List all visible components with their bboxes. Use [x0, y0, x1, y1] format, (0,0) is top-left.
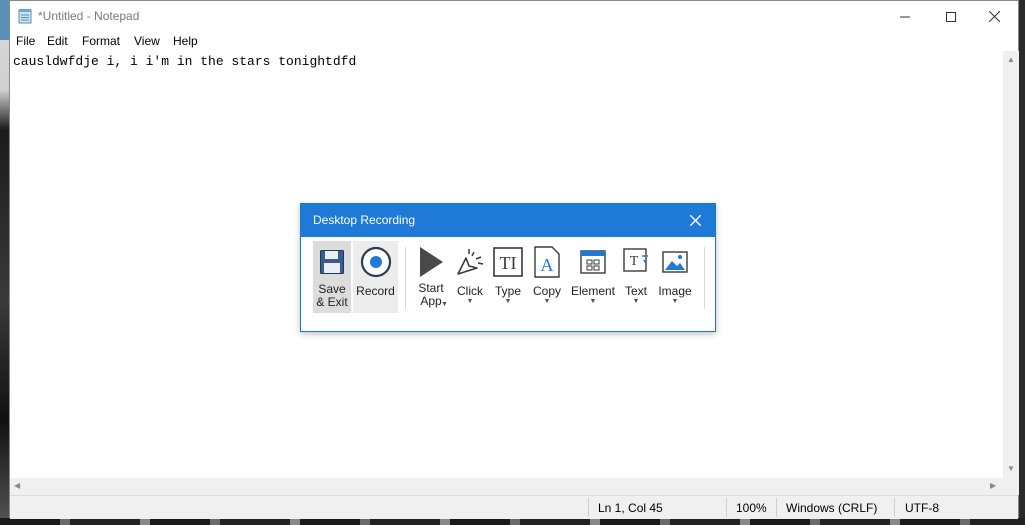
scroll-down-icon[interactable]: ▼ — [1007, 464, 1015, 473]
record-label: Record — [356, 284, 395, 298]
save-exit-button[interactable]: Save & Exit — [313, 241, 351, 313]
image-button[interactable]: Image ▼ — [656, 241, 694, 313]
close-icon — [689, 214, 701, 226]
chevron-down-icon[interactable]: ▼ — [467, 298, 474, 305]
menu-format[interactable]: Format — [82, 34, 120, 48]
toolbar-separator — [405, 247, 406, 309]
status-separator — [776, 498, 777, 517]
click-button[interactable]: Click ▼ — [453, 241, 487, 313]
vertical-scrollbar[interactable]: ▲ ▼ — [1003, 51, 1019, 478]
element-button[interactable]: Element ▼ — [571, 241, 615, 313]
record-button[interactable]: Record — [353, 241, 398, 313]
dialog-title-bar[interactable]: Desktop Recording — [301, 204, 715, 237]
save-exit-label: Save & Exit — [316, 282, 348, 309]
status-separator — [894, 498, 895, 517]
scrollbar-corner — [1003, 478, 1019, 495]
record-icon — [360, 246, 391, 278]
menu-file[interactable]: File — [16, 34, 35, 48]
encoding: UTF-8 — [905, 501, 939, 515]
chevron-down-icon[interactable]: ▼ — [590, 298, 597, 305]
scroll-left-icon[interactable]: ◀ — [14, 481, 20, 490]
dialog-close-button[interactable] — [685, 210, 705, 230]
chevron-down-icon[interactable]: ▼ — [672, 298, 679, 305]
desktop-background-left — [0, 0, 9, 525]
recording-toolbar: Save & Exit Record Start App ▼ Click ▼ T… — [306, 241, 710, 325]
copy-label: Copy — [532, 284, 561, 298]
menu-bar: File Edit Format View Help — [10, 32, 1018, 51]
minimize-icon — [900, 16, 910, 17]
minimize-button[interactable] — [882, 1, 928, 32]
start-app-button[interactable]: Start App ▼ — [413, 241, 449, 313]
element-label: Element — [570, 284, 616, 298]
image-label: Image — [658, 284, 692, 298]
status-separator — [726, 498, 727, 517]
close-icon — [988, 11, 1000, 22]
copy-text-icon: A — [534, 246, 560, 278]
text-button[interactable]: T Text ▼ — [621, 241, 651, 313]
cursor-click-icon — [457, 249, 484, 275]
status-bar: Ln 1, Col 45 100% Windows (CRLF) UTF-8 — [10, 495, 1018, 519]
svg-text:T: T — [630, 254, 639, 269]
window-title: *Untitled - Notepad — [38, 9, 140, 23]
notepad-icon — [18, 9, 32, 24]
menu-view[interactable]: View — [134, 34, 160, 48]
menu-edit[interactable]: Edit — [47, 34, 68, 48]
chevron-down-icon[interactable]: ▼ — [505, 298, 512, 305]
scroll-right-icon[interactable]: ▶ — [990, 481, 996, 490]
editor-content[interactable]: causldwfdje i, i i'm in the stars tonigh… — [13, 54, 356, 69]
close-button[interactable] — [971, 1, 1017, 32]
cursor-position: Ln 1, Col 45 — [598, 501, 663, 515]
element-window-icon — [580, 250, 606, 274]
status-separator — [588, 498, 589, 517]
toolbar-separator — [704, 247, 705, 309]
maximize-button[interactable] — [928, 1, 974, 32]
copy-button[interactable]: A Copy ▼ — [529, 241, 565, 313]
type-label: Type — [494, 284, 521, 298]
image-icon — [662, 251, 688, 273]
type-button[interactable]: TI Type ▼ — [491, 241, 525, 313]
play-icon — [420, 247, 443, 277]
click-label: Click — [457, 284, 483, 298]
dialog-title: Desktop Recording — [313, 213, 416, 227]
svg-text:A: A — [541, 255, 554, 275]
start-app-label: Start App — [418, 281, 444, 308]
desktop-recording-dialog: Desktop Recording Save & Exit Record Sta… — [300, 203, 716, 332]
maximize-icon — [946, 11, 956, 22]
svg-text:TI: TI — [500, 253, 517, 273]
title-bar[interactable]: *Untitled - Notepad — [10, 1, 1018, 32]
chevron-down-icon[interactable]: ▼ — [633, 298, 640, 305]
horizontal-scrollbar[interactable]: ◀ ▶ — [10, 478, 1003, 495]
text-label: Text — [624, 284, 647, 298]
line-ending: Windows (CRLF) — [786, 501, 878, 515]
desktop-background-bottom — [0, 518, 1025, 525]
type-text-icon: TI — [493, 247, 523, 277]
text-capture-icon: T — [623, 248, 648, 272]
menu-help[interactable]: Help — [173, 34, 198, 48]
save-icon — [320, 250, 344, 274]
scroll-up-icon[interactable]: ▲ — [1007, 55, 1015, 64]
chevron-down-icon[interactable]: ▼ — [441, 301, 448, 308]
zoom-level: 100% — [736, 501, 767, 515]
chevron-down-icon[interactable]: ▼ — [544, 298, 551, 305]
